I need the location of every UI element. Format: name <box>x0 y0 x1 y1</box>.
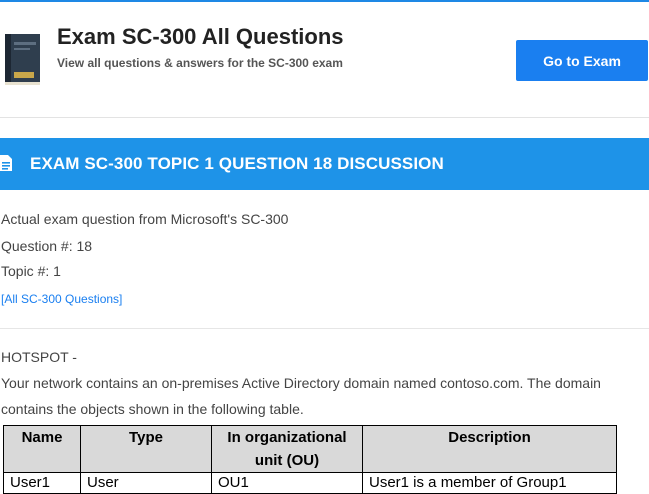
table-cell: User1 <box>3 472 81 494</box>
document-icon <box>0 155 12 171</box>
content-divider <box>0 328 649 329</box>
column-header-ou: In organizational unit (OU) <box>211 425 363 473</box>
go-to-exam-button[interactable]: Go to Exam <box>516 40 648 81</box>
book-cover-icon <box>5 34 40 85</box>
question-text-line-1: Your network contains an on-premises Act… <box>1 375 601 391</box>
column-header-name: Name <box>3 425 81 473</box>
question-type: HOTSPOT - <box>1 349 77 365</box>
table-header-row: Name Type In organizational unit (OU) De… <box>3 425 617 473</box>
exam-header: Exam SC-300 All Questions View all quest… <box>0 2 649 118</box>
all-questions-link[interactable]: [All SC-300 Questions] <box>1 292 122 306</box>
discussion-banner: EXAM SC-300 TOPIC 1 QUESTION 18 DISCUSSI… <box>0 138 649 190</box>
question-number: Question #: 18 <box>1 238 93 254</box>
header-divider <box>0 117 649 118</box>
column-header-type: Type <box>80 425 212 473</box>
page-title: Exam SC-300 All Questions <box>57 24 344 49</box>
objects-table: Name Type In organizational unit (OU) De… <box>3 425 617 494</box>
table-cell: User <box>80 472 212 494</box>
table-cell: OU1 <box>211 472 363 494</box>
page-subtitle: View all questions & answers for the SC-… <box>57 56 343 70</box>
question-source: Actual exam question from Microsoft's SC… <box>1 211 289 227</box>
discussion-title: EXAM SC-300 TOPIC 1 QUESTION 18 DISCUSSI… <box>30 154 444 173</box>
table-cell: User1 is a member of Group1 <box>362 472 617 494</box>
table-row: User1 User OU1 User1 is a member of Grou… <box>3 472 617 494</box>
column-header-description: Description <box>362 425 617 473</box>
topic-number: Topic #: 1 <box>1 263 61 279</box>
question-text-line-2: contains the objects shown in the follow… <box>1 401 304 417</box>
